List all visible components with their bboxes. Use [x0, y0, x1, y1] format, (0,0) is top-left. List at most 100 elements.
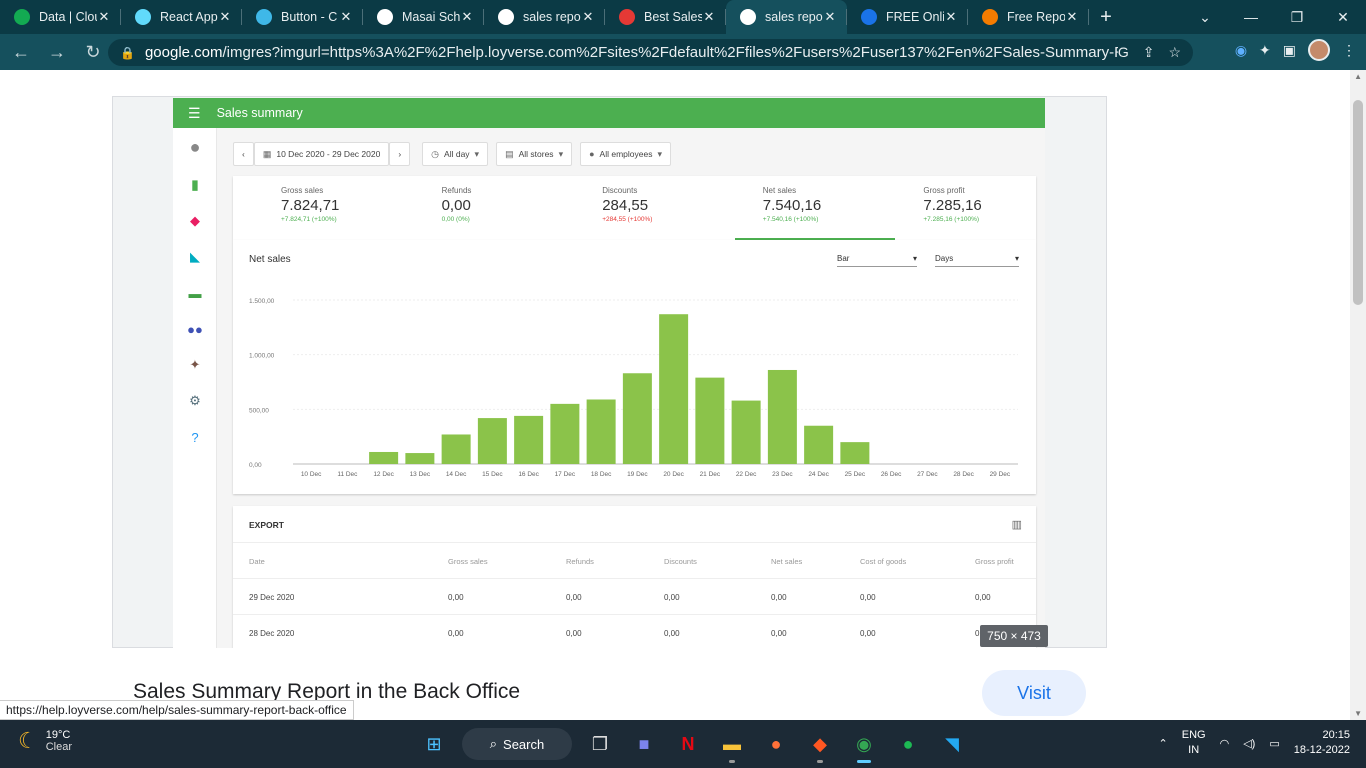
close-tab-icon[interactable]: ✕: [339, 9, 353, 25]
chart-bar[interactable]: [840, 442, 870, 464]
restore-button[interactable]: ❐: [1274, 9, 1320, 26]
employee-card-icon[interactable]: ▬: [186, 284, 204, 302]
meet-icon[interactable]: ■: [628, 728, 660, 760]
chart-bar[interactable]: [804, 425, 834, 464]
reports-chart-icon[interactable]: ▮: [186, 176, 204, 194]
kpi-tile[interactable]: Refunds 0,00 0,00 (0%): [394, 176, 555, 240]
share-icon[interactable]: ⇪: [1143, 44, 1155, 61]
windows-start-icon[interactable]: ⊞: [418, 728, 450, 760]
brave-icon[interactable]: ◆: [804, 728, 836, 763]
side-panel-icon[interactable]: ▣: [1283, 42, 1296, 59]
help-icon[interactable]: ?: [186, 428, 204, 446]
chart-bar[interactable]: [369, 451, 399, 464]
scroll-up-icon[interactable]: ▲: [1354, 72, 1362, 81]
close-tab-icon[interactable]: ✕: [581, 9, 595, 25]
chart-bar[interactable]: [695, 377, 725, 464]
kpi-tile[interactable]: Gross sales 7.824,71 +7.824,71 (+100%): [233, 176, 394, 240]
chart-bar[interactable]: [659, 314, 689, 464]
employees-filter-dropdown[interactable]: ● All employees ▾: [580, 142, 671, 166]
forward-icon[interactable]: →: [42, 42, 72, 63]
volume-icon[interactable]: ◁): [1243, 737, 1255, 750]
back-icon[interactable]: ←: [6, 42, 36, 63]
browser-tab[interactable]: Masai Sch ✕: [363, 0, 484, 34]
chart-bar[interactable]: [767, 369, 797, 464]
page-scrollbar[interactable]: ▲ ▼: [1350, 70, 1366, 720]
chart-type-select[interactable]: Bar ▾: [837, 254, 917, 267]
hamburger-menu-icon[interactable]: ☰: [188, 105, 201, 122]
browser-tab[interactable]: Button - C ✕: [242, 0, 363, 34]
inventory-icon[interactable]: ◣: [186, 248, 204, 266]
account-icon[interactable]: ●: [186, 137, 204, 157]
scroll-down-icon[interactable]: ▼: [1354, 709, 1362, 718]
google-lens-icon[interactable]: G: [1118, 44, 1129, 61]
weather-widget[interactable]: ☾ 19°C Clear: [18, 728, 72, 754]
url-text[interactable]: google.com/imgres?imgurl=https%3A%2F%2Fh…: [145, 44, 1118, 61]
kpi-tile[interactable]: Gross profit 7.285,16 +7.285,16 (+100%): [875, 176, 1036, 240]
scroll-thumb[interactable]: [1353, 100, 1363, 305]
stores-filter-dropdown[interactable]: ▤ All stores ▾: [496, 142, 573, 166]
vscode-icon[interactable]: ◥: [936, 728, 968, 760]
chart-bar[interactable]: [477, 418, 507, 464]
minimize-button[interactable]: —: [1228, 9, 1274, 25]
browser-tab[interactable]: Best Sales ✕: [605, 0, 726, 34]
clock[interactable]: 20:15 18-12-2022: [1294, 728, 1350, 758]
close-window-button[interactable]: ✕: [1320, 9, 1366, 26]
close-tab-icon[interactable]: ✕: [218, 9, 232, 25]
browser-tab[interactable]: Free Repor ✕: [968, 0, 1089, 34]
customers-icon[interactable]: ●●: [186, 320, 204, 338]
reload-icon[interactable]: ↻: [78, 42, 108, 63]
close-tab-icon[interactable]: ✕: [1065, 9, 1079, 25]
new-tab-button[interactable]: +: [1089, 6, 1123, 29]
file-explorer-icon[interactable]: ▬: [716, 728, 748, 763]
address-bar[interactable]: 🔒 google.com/imgres?imgurl=https%3A%2F%2…: [108, 39, 1193, 66]
close-tab-icon[interactable]: ✕: [97, 9, 111, 25]
time-filter-dropdown[interactable]: ◷ All day ▾: [422, 142, 489, 166]
spotify-icon[interactable]: ●: [892, 728, 924, 760]
firefox-icon[interactable]: ●: [760, 728, 792, 760]
close-tab-icon[interactable]: ✕: [823, 9, 837, 25]
task-view-icon[interactable]: ❐: [584, 728, 616, 760]
taskbar-search[interactable]: ⌕ Search: [462, 728, 572, 760]
date-range-picker[interactable]: ▦ 10 Dec 2020 - 29 Dec 2020: [253, 142, 390, 166]
chart-bar[interactable]: [731, 400, 761, 464]
battery-icon[interactable]: ▭: [1269, 737, 1279, 750]
chart-bar[interactable]: [550, 403, 580, 464]
netflix-icon[interactable]: N: [672, 728, 704, 760]
browser-tab[interactable]: React App ✕: [121, 0, 242, 34]
next-period-button[interactable]: ›: [389, 142, 411, 166]
browser-tab[interactable]: sales repo ✕: [726, 0, 847, 34]
bookmark-star-icon[interactable]: ☆: [1168, 44, 1181, 61]
integrations-puzzle-icon[interactable]: ✦: [186, 356, 204, 374]
close-tab-icon[interactable]: ✕: [702, 9, 716, 25]
chrome-icon[interactable]: ◉: [848, 728, 880, 763]
export-button[interactable]: EXPORT: [249, 520, 284, 530]
chart-bar[interactable]: [622, 373, 652, 464]
chart-bar[interactable]: [405, 453, 435, 464]
browser-tab[interactable]: Data | Clou ✕: [0, 0, 121, 34]
lock-icon[interactable]: 🔒: [120, 46, 135, 60]
chart-bar[interactable]: [586, 399, 616, 464]
kpi-tile[interactable]: Discounts 284,55 +284,55 (+100%): [554, 176, 715, 240]
close-tab-icon[interactable]: ✕: [460, 9, 474, 25]
visit-button[interactable]: Visit: [982, 670, 1086, 716]
columns-icon[interactable]: ▥: [1012, 518, 1022, 531]
extension-icon[interactable]: ◉: [1235, 42, 1247, 59]
tab-search-icon[interactable]: ⌄: [1182, 9, 1228, 26]
language-indicator[interactable]: ENG IN: [1182, 728, 1206, 758]
chart-bar[interactable]: [441, 434, 471, 464]
browser-tab[interactable]: FREE Onlin✕: [847, 0, 968, 34]
settings-gear-icon[interactable]: ⚙: [186, 392, 204, 410]
profile-avatar[interactable]: [1308, 39, 1330, 61]
chart-bar[interactable]: [514, 415, 544, 464]
tray-overflow-icon[interactable]: ⌃: [1159, 737, 1168, 750]
report-screenshot[interactable]: ☰ Sales summary ● ▮ ◆ ◣ ▬ ●● ✦ ⚙ ? ‹ ▦ 10…: [173, 98, 1045, 648]
period-select[interactable]: Days ▾: [935, 254, 1019, 267]
close-tab-icon[interactable]: ✕: [944, 9, 958, 25]
wifi-icon[interactable]: ◠: [1220, 737, 1230, 750]
prev-period-button[interactable]: ‹: [233, 142, 254, 166]
browser-tab[interactable]: sales repo ✕: [484, 0, 605, 34]
basket-icon[interactable]: ◆: [186, 212, 204, 230]
kpi-tile[interactable]: Net sales 7.540,16 +7.540,16 (+100%): [715, 176, 895, 240]
puzzle-extensions-icon[interactable]: ✦: [1259, 42, 1271, 59]
menu-kebab-icon[interactable]: ⋮: [1342, 42, 1356, 59]
